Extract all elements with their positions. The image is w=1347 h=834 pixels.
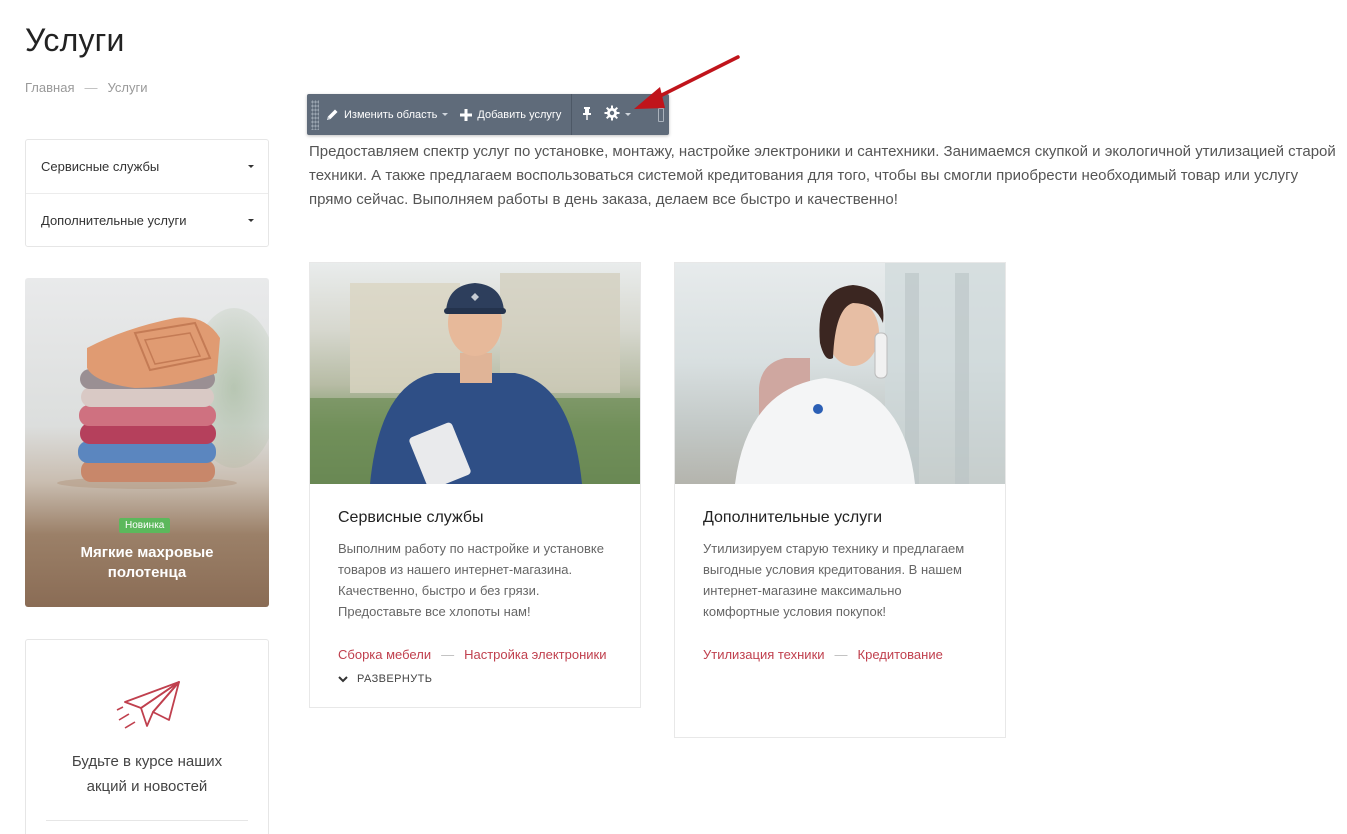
link-furniture-assembly[interactable]: Сборка мебели — [338, 647, 431, 662]
page-title: Услуги — [25, 22, 125, 58]
chevron-down-icon — [442, 113, 449, 116]
pencil-icon — [325, 108, 339, 122]
new-badge: Новинка — [119, 518, 171, 533]
card-description: Выполним работу по настройке и установке… — [338, 541, 604, 619]
promo-title: Мягкие махровые полотенца — [80, 544, 214, 581]
add-service-button[interactable]: Добавить услугу — [454, 94, 567, 135]
expand-label: РАЗВЕРНУТЬ — [357, 673, 433, 685]
sidebar-item-additional[interactable]: Дополнительные услуги — [26, 193, 268, 246]
service-card[interactable]: Сервисные службы Выполним работу по наст… — [309, 262, 641, 708]
link-electronics-setup[interactable]: Настройка электроники — [464, 647, 606, 662]
paper-plane-icon — [116, 681, 180, 729]
subscribe-block: Будьте в курсе наших акций и новостей — [25, 639, 269, 834]
card-links: Утилизация техники — Кредитование — [703, 642, 977, 667]
breadcrumb-current: Услуги — [107, 80, 148, 95]
card-description: Утилизируем старую технику и предлагаем … — [703, 541, 965, 619]
card-title[interactable]: Дополнительные услуги — [703, 509, 977, 527]
breadcrumb-separator: — — [84, 80, 98, 95]
card-title[interactable]: Сервисные службы — [338, 509, 612, 527]
link-credit[interactable]: Кредитование — [858, 647, 943, 662]
breadcrumb-home-link[interactable]: Главная — [25, 80, 74, 95]
technician-photo — [310, 263, 640, 484]
sidebar-item-label: Дополнительные услуги — [41, 212, 187, 228]
intro-text: Предоставляем спектр услуг по установке,… — [309, 143, 1336, 208]
edit-area-button[interactable]: Изменить область — [319, 94, 454, 135]
chevron-down-icon — [338, 675, 348, 683]
divider — [46, 820, 248, 821]
link-equipment-recycling[interactable]: Утилизация техники — [703, 647, 825, 662]
plus-icon — [460, 108, 473, 121]
promo-banner[interactable]: Новинка Мягкие махровые полотенца — [25, 278, 269, 607]
gear-icon — [604, 105, 620, 124]
towel-stack-image — [57, 317, 237, 489]
edit-area-label: Изменить область — [344, 108, 438, 121]
breadcrumb: Главная — Услуги — [25, 80, 147, 95]
annotation-arrow — [634, 55, 740, 109]
sidebar-menu: Сервисные службы Дополнительные услуги — [25, 139, 269, 247]
caret-down-icon — [248, 165, 254, 168]
drag-handle-icon[interactable] — [311, 99, 319, 130]
subscribe-text: Будьте в курсе наших акций и новостей — [71, 753, 223, 795]
pin-icon — [582, 106, 592, 123]
expand-button[interactable]: РАЗВЕРНУТЬ — [338, 673, 612, 685]
sidebar-item-label: Сервисные службы — [41, 159, 160, 174]
pin-button[interactable] — [576, 94, 598, 135]
admin-toolbar: Изменить область Добавить услугу — [307, 94, 669, 135]
service-card[interactable]: Дополнительные услуги Утилизируем старую… — [674, 262, 1006, 738]
link-separator: — — [834, 647, 848, 662]
toolbar-divider — [571, 94, 573, 135]
caret-down-icon — [248, 218, 254, 222]
card-links: Сборка мебели — Настройка электроники — [338, 642, 612, 667]
operator-photo — [675, 263, 1005, 484]
add-service-label: Добавить услугу — [477, 108, 562, 121]
sidebar-item-service[interactable]: Сервисные службы — [26, 140, 268, 193]
link-separator: — — [441, 647, 455, 662]
